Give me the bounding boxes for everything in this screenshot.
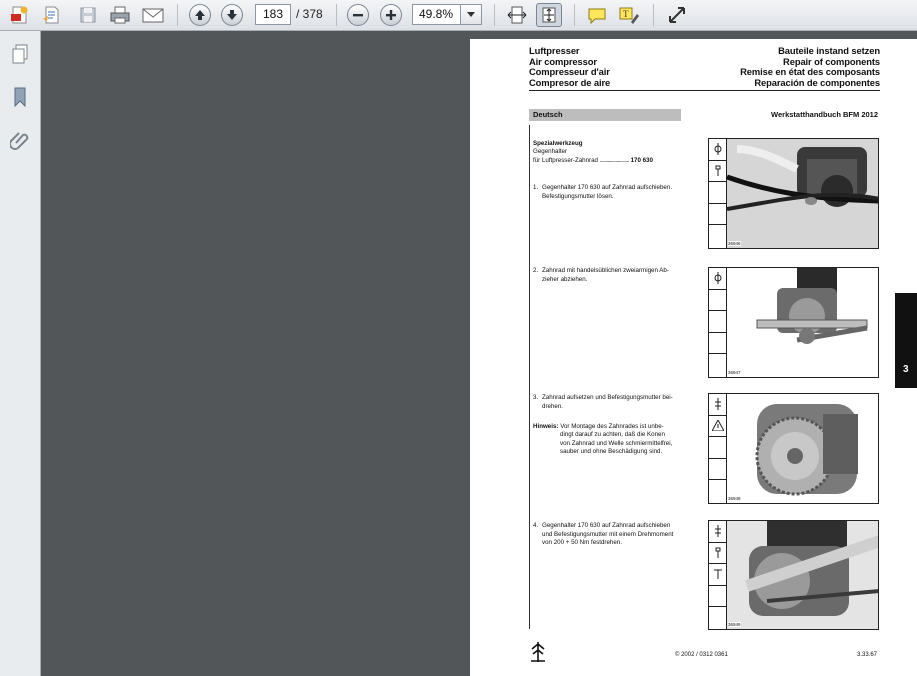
step-2: 2. Zahnrad mit handelsüblichen zweiarmige… [533,267,669,283]
left-navigation-panel [0,31,41,676]
header-left: Luftpresser Air compressor Compresseur d… [529,45,611,88]
special-tools-title: Spezialwerkzeug [533,140,583,147]
footer-copyright: © 2002 / 0312 0361 [675,652,728,658]
header-right: Bauteile instand setzen Repair of compon… [740,45,880,88]
header-title-fr: Compresseur d'air [529,66,610,77]
svg-text:T: T [623,9,629,19]
zoom-input[interactable]: 49.8% [412,4,460,25]
note: Hinweis: Vor Montage des Zahnrades ist u… [533,423,673,456]
page-total-label: / 378 [296,7,323,21]
photo-2: 36947 [708,267,879,378]
step-1: 1. Gegenhalter 170 630 auf Zahnrad aufsch… [533,184,673,200]
document-page: Luftpresser Air compressor Compresseur d… [470,39,917,676]
special-tools-item: Gegenhalter [533,148,568,156]
note-label: Hinweis: [533,423,559,430]
photo-1: 36946 [708,138,879,249]
step-4: 4. Gegenhalter 170 630 auf Zahnrad aufsch… [533,522,674,547]
photo-number: 36948 [728,496,741,501]
chapter-tab: 3 [895,293,917,388]
header-divider [529,90,880,91]
special-tools: Spezialwerkzeug Gegenhalter für Luftpres… [533,140,683,165]
wrench-icon [709,543,726,564]
highlight-text-icon[interactable]: T [616,3,642,27]
deutz-logo [530,642,546,669]
header-section-fr: Remise en état des composants [740,66,880,77]
language-label: Deutsch [529,109,681,121]
column-divider [529,125,530,629]
print-icon[interactable] [107,3,133,27]
attachments-icon[interactable] [7,127,33,153]
handbook-title: Werkstatthandbuch BFM 2012 [771,110,878,119]
step-3: 3. Zahnrad aufsetzen und Befestigungsmutt… [533,394,673,410]
previous-page-icon[interactable] [187,3,213,27]
page-number-input[interactable]: 183 [255,4,291,25]
comment-icon[interactable] [584,3,610,27]
header-section-es: Reparación de componentes [754,76,880,88]
zoom-dropdown-icon[interactable] [460,4,482,25]
header-title-de: Luftpresser [529,45,580,56]
zoom-in-icon[interactable] [378,3,404,27]
photo-3: 36948 [708,393,879,504]
photo-4: 36949 [708,520,879,630]
fit-page-icon[interactable] [536,3,562,27]
zoom-out-icon[interactable] [345,3,371,27]
header-section-de: Bauteile instand setzen [778,45,880,56]
assembly-icon [709,521,726,543]
wrench-icon [709,161,726,182]
create-pdf-icon[interactable] [6,3,32,27]
torque-icon [709,268,726,290]
save-icon[interactable] [75,3,101,27]
photo-number: 36946 [728,241,741,246]
footer-page-number: 3.33.67 [857,652,878,658]
assembly-icon [709,394,726,416]
photo-number: 36949 [728,622,741,627]
warning-icon [709,416,726,437]
edit-icon[interactable] [38,3,64,27]
torque-icon [709,139,726,161]
torque-wrench-icon [709,564,726,586]
special-tools-part: für Luftpresser-Zahnrad ................… [533,156,653,164]
fit-width-icon[interactable] [504,3,530,27]
bookmarks-icon[interactable] [7,84,33,110]
next-page-icon[interactable] [219,3,245,27]
fullscreen-icon[interactable] [664,3,690,27]
pages-icon[interactable] [7,41,33,67]
toolbar: 183 / 378 49.8% T [0,0,917,31]
email-icon[interactable] [140,3,166,27]
photo-number: 36947 [728,370,741,375]
header-title-es: Compresor de aire [529,76,611,88]
